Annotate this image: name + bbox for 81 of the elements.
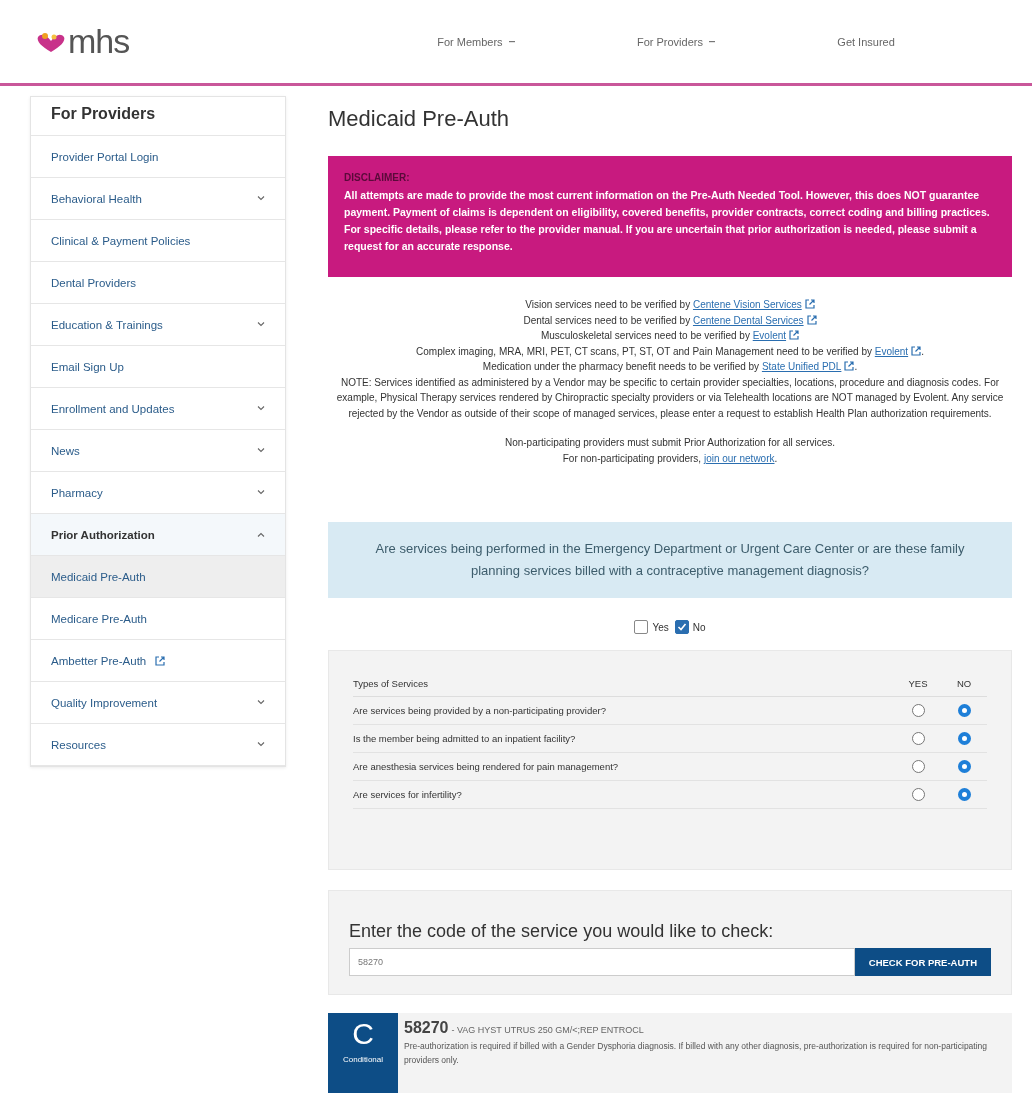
disclaimer-text: All attempts are made to provide the most current information on the Pre-Auth Needed Tool. However, this does NOT guarantee payment. Payment of claims is dependent on eligibility, covered benefits, provider contracts, correct coding and billing practices. For specific details, please refer to the provider manual. If you are uncertain that prior authorization is needed, please submit a request for an accurate response.: [344, 188, 991, 254]
sidebar-item[interactable]: Ambetter Pre-Auth: [31, 640, 285, 682]
link[interactable]: Centene Dental Services: [692, 314, 804, 326]
page-title: Medicaid Pre-Auth: [328, 106, 510, 132]
link[interactable]: State Unified PDL: [761, 361, 842, 372]
logo-icon: [36, 30, 66, 53]
info-line: Musculoskeletal services need to be verified by Evolent: [328, 328, 1012, 344]
info-line: Non-participating providers must submit Prior Authorization for all services.: [503, 436, 837, 450]
external-link-icon: [789, 330, 800, 340]
radio-button[interactable]: [957, 788, 971, 801]
nav-link[interactable]: Get Insured: [837, 35, 895, 48]
chevron-icon: [257, 322, 265, 327]
result-text: Pre-authorization is required if billed with a Gender Dysphoria diagnosis. If billed with any other diagnosis, pre-authorization is required for non-participating providers only.: [404, 1040, 989, 1067]
radio-button[interactable]: [957, 732, 971, 745]
column-header: Types of Services: [353, 671, 895, 697]
badge-status: Conditional: [343, 1055, 383, 1064]
check-button[interactable]: CHECK FOR PRE-AUTH: [854, 948, 991, 976]
radio-button[interactable]: [911, 788, 925, 801]
checkbox[interactable]: [674, 620, 689, 634]
chevron-icon: [257, 700, 265, 705]
radio-button[interactable]: [957, 760, 971, 773]
external-link-icon: [911, 345, 922, 356]
sidebar-item[interactable]: Pharmacy: [31, 472, 285, 514]
radio-button[interactable]: [911, 760, 925, 773]
table-cell: Are services for infertility?: [353, 780, 895, 809]
nav-link[interactable]: For Members: [437, 35, 515, 48]
table-cell: Is the member being admitted to an inpatient facility?: [353, 724, 895, 753]
sidebar-item[interactable]: Medicaid Pre-Auth: [31, 556, 285, 598]
sidebar-item[interactable]: Enrollment and Updates: [31, 388, 285, 430]
info-line: Dental services need to be verified by Centene Dental Services: [328, 312, 1012, 328]
nav-link[interactable]: For Providers: [636, 35, 715, 48]
checkbox-label: Yes: [652, 621, 669, 633]
sidebar-item[interactable]: Education & Trainings: [31, 304, 285, 346]
external-link-icon: [806, 314, 817, 325]
chevron-icon: [257, 490, 265, 495]
external-link-icon: [155, 655, 166, 666]
badge-letter: C: [352, 1017, 374, 1051]
sidebar-item[interactable]: Quality Improvement: [31, 682, 285, 724]
caret-icon: [508, 40, 515, 43]
disclaimer-heading: DISCLAIMER:: [344, 172, 411, 183]
radio-button[interactable]: [957, 704, 971, 717]
info-line: Complex imaging, MRA, MRI, PET, CT scans, PT, ST, OT and Pain Management need to be verified by Evolent .: [415, 344, 925, 359]
logo-text: mhs: [68, 22, 130, 61]
chevron-icon: [257, 532, 265, 537]
external-link-icon: [804, 299, 815, 309]
result-code: 58270: [404, 1019, 449, 1036]
info-line: Vision services need to be verified by Centene Vision Services: [328, 297, 1012, 313]
sidebar-item[interactable]: Prior Authorization: [31, 514, 285, 556]
link[interactable]: Evolent: [752, 330, 787, 341]
table-cell: Are anesthesia services being rendered for pain management?: [353, 752, 895, 781]
sidebar-item[interactable]: Clinical & Payment Policies: [31, 220, 285, 262]
chevron-icon: [257, 406, 265, 411]
sidebar-item[interactable]: Behavioral Health: [31, 178, 285, 220]
link[interactable]: Centene Vision Services: [692, 299, 802, 310]
sidebar-item[interactable]: Medicare Pre-Auth: [31, 598, 285, 640]
sidebar-item[interactable]: Dental Providers: [31, 262, 285, 304]
sidebar-item[interactable]: Email Sign Up: [31, 346, 285, 388]
code-input-field[interactable]: 58270: [349, 948, 855, 976]
info-line: Medication under the pharmacy benefit needs to be verified by State Unified PDL .: [481, 360, 859, 374]
sidebar-item[interactable]: News: [31, 430, 285, 472]
sidebar-item[interactable]: Resources: [31, 724, 285, 766]
result-description: - VAG HYST UTRUS 250 GM/<;REP ENTROCL: [451, 1025, 644, 1035]
radio-button[interactable]: [911, 704, 925, 717]
table-cell: Are services being provided by a non-participating provider?: [353, 696, 895, 725]
radio-button[interactable]: [911, 732, 925, 745]
chevron-icon: [257, 742, 265, 747]
code-check-heading: Enter the code of the service you would like to check:: [349, 921, 775, 942]
question-banner: Are services being performed in the Emergency Department or Urgent Care Center or are these family planning services billed with a contraceptive management diagnosis?: [328, 522, 1012, 598]
column-header: YES: [895, 671, 941, 697]
caret-icon: [708, 40, 715, 43]
column-header: NO: [941, 671, 987, 697]
checkbox-label: No: [692, 621, 706, 633]
info-line: For non-participating providers, join our network.: [561, 451, 779, 466]
sidebar-item[interactable]: Provider Portal Login: [31, 136, 285, 178]
chevron-icon: [257, 196, 265, 201]
note-text: NOTE: Services identified as administered by a Vendor may be specific to certain provider specialties, locations, procedure and diagnosis codes. For example, Physical Therapy services rendered by Chiropractic specialty providers or via Telehealth locations are NOT managed by Evolent. Any service rejected by the Vendor as outside of their scope of managed services, please enter a request to establish Health Plan authorization requirements.: [335, 375, 1005, 421]
link[interactable]: Evolent: [874, 345, 909, 357]
link[interactable]: join our network: [703, 452, 775, 464]
checkbox[interactable]: [634, 620, 649, 634]
chevron-icon: [257, 448, 265, 453]
external-link-icon: [844, 361, 855, 371]
